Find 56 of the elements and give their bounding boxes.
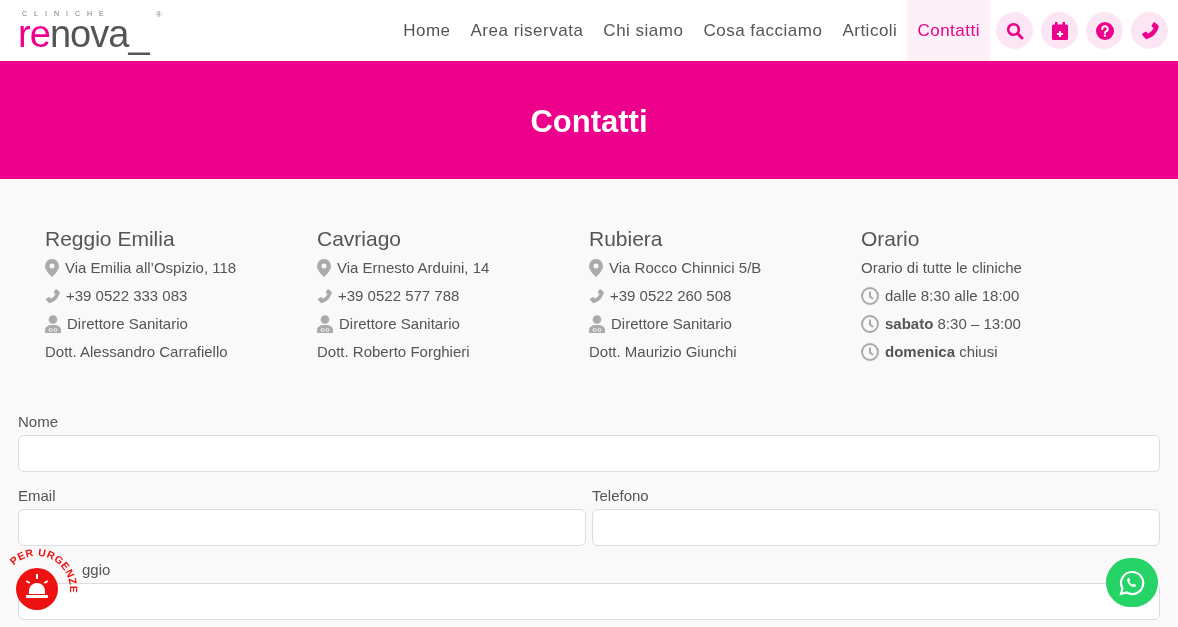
- clock-icon: [861, 287, 879, 305]
- opening-hours-text: sabato 8:30 – 13:00: [885, 313, 1021, 334]
- field-label: Email: [18, 486, 57, 506]
- input-field[interactable]: [592, 509, 1160, 546]
- phone-number: +39 0522 577 788: [338, 285, 460, 306]
- doctor-name: Dott. Roberto Forghieri: [317, 341, 470, 362]
- appointment-button[interactable]: [1041, 12, 1078, 49]
- field-label: Telefono: [592, 486, 650, 506]
- clock-icon: [861, 315, 879, 333]
- doctor-icon: [45, 315, 61, 333]
- nav-link[interactable]: Chi siamo: [593, 0, 694, 61]
- address-text: Via Ernesto Arduini, 14: [337, 257, 490, 278]
- hours-subtitle: Orario di tutte le cliniche: [861, 257, 1022, 278]
- whatsapp-button[interactable]: [1106, 558, 1158, 607]
- clock-icon: [861, 343, 879, 361]
- input-field[interactable]: [18, 435, 1160, 472]
- column-heading: Rubiera: [589, 226, 664, 252]
- nav-link[interactable]: Area riservata: [460, 0, 594, 61]
- nav-link[interactable]: Cosa facciamo: [693, 0, 833, 61]
- field-label: Nome: [18, 412, 59, 432]
- calendar-plus-icon: [1051, 21, 1068, 40]
- question-icon: [1095, 21, 1114, 40]
- registered-mark: ®: [156, 11, 162, 19]
- help-button[interactable]: [1086, 12, 1123, 49]
- nav-link[interactable]: Contatti: [907, 0, 990, 61]
- role-text: Direttore Sanitario: [339, 313, 460, 334]
- page-title: Contatti: [530, 105, 648, 137]
- location-pin-icon: [317, 259, 331, 277]
- address-text: Via Emilia all’Ospizio, 118: [65, 257, 237, 278]
- phone-icon: [45, 288, 60, 304]
- doctor-name: Dott. Maurizio Giunchi: [589, 341, 737, 362]
- chat-bubble-icon: [1119, 569, 1145, 596]
- phone-icon: [589, 288, 604, 304]
- phone-number: +39 0522 333 083: [66, 285, 188, 306]
- phone-icon: [1140, 21, 1159, 40]
- address-text: Via Rocco Chinnici 5/B: [609, 257, 762, 278]
- doctor-icon: [589, 315, 605, 333]
- opening-hours-text: dalle 8:30 alle 18:00: [885, 285, 1020, 306]
- phone-button[interactable]: [1131, 12, 1168, 49]
- nav-link[interactable]: Home: [393, 0, 461, 61]
- location-pin-icon: [589, 259, 603, 277]
- role-text: Direttore Sanitario: [611, 313, 732, 334]
- opening-hours-text: domenica chiusi: [885, 341, 998, 362]
- column-heading: Reggio Emilia: [45, 226, 176, 252]
- nav-link[interactable]: Articoli: [832, 0, 908, 61]
- column-heading: Cavriago: [317, 226, 403, 252]
- input-field[interactable]: [18, 509, 586, 546]
- location-pin-icon: [45, 259, 59, 277]
- search-button[interactable]: [996, 12, 1033, 49]
- role-text: Direttore Sanitario: [67, 313, 188, 334]
- doctor-name: Dott. Alessandro Carrafiello: [45, 341, 228, 362]
- column-heading: Orario: [861, 226, 921, 252]
- phone-icon: [317, 288, 332, 304]
- doctor-icon: [317, 315, 333, 333]
- phone-number: +39 0522 260 508: [610, 285, 732, 306]
- search-icon: [1005, 21, 1024, 40]
